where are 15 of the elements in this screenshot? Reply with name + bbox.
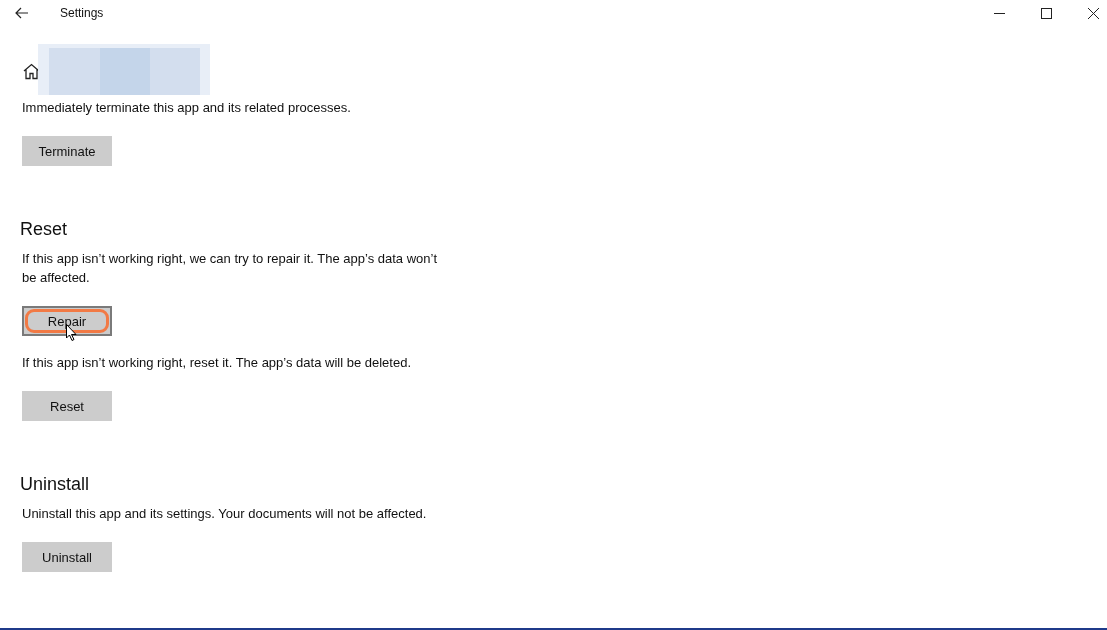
section-heading: Uninstall <box>20 473 90 496</box>
description-text: If this app isn’t working right, reset it. The app’s data will be deleted. <box>22 354 411 372</box>
description-text: Uninstall this app and its settings. Your documents will not be affected. <box>22 505 427 523</box>
description-text: Immediately terminate this app and its related processes. <box>22 99 351 117</box>
window-title: Settings <box>60 6 104 20</box>
close-icon[interactable] <box>1088 7 1099 19</box>
action-button[interactable]: Repair <box>22 306 112 336</box>
action-button[interactable]: Terminate <box>22 136 112 166</box>
action-button[interactable]: Uninstall <box>22 542 112 572</box>
section-heading: Reset <box>20 218 68 241</box>
description-text: If this app isn’t working right, we can try to repair it. The app’s data won’t be affected. <box>22 250 438 287</box>
action-button[interactable]: Reset <box>22 391 112 421</box>
back-icon[interactable] <box>15 7 29 19</box>
maximize-icon[interactable] <box>1041 7 1052 19</box>
home-icon[interactable] <box>23 63 40 80</box>
